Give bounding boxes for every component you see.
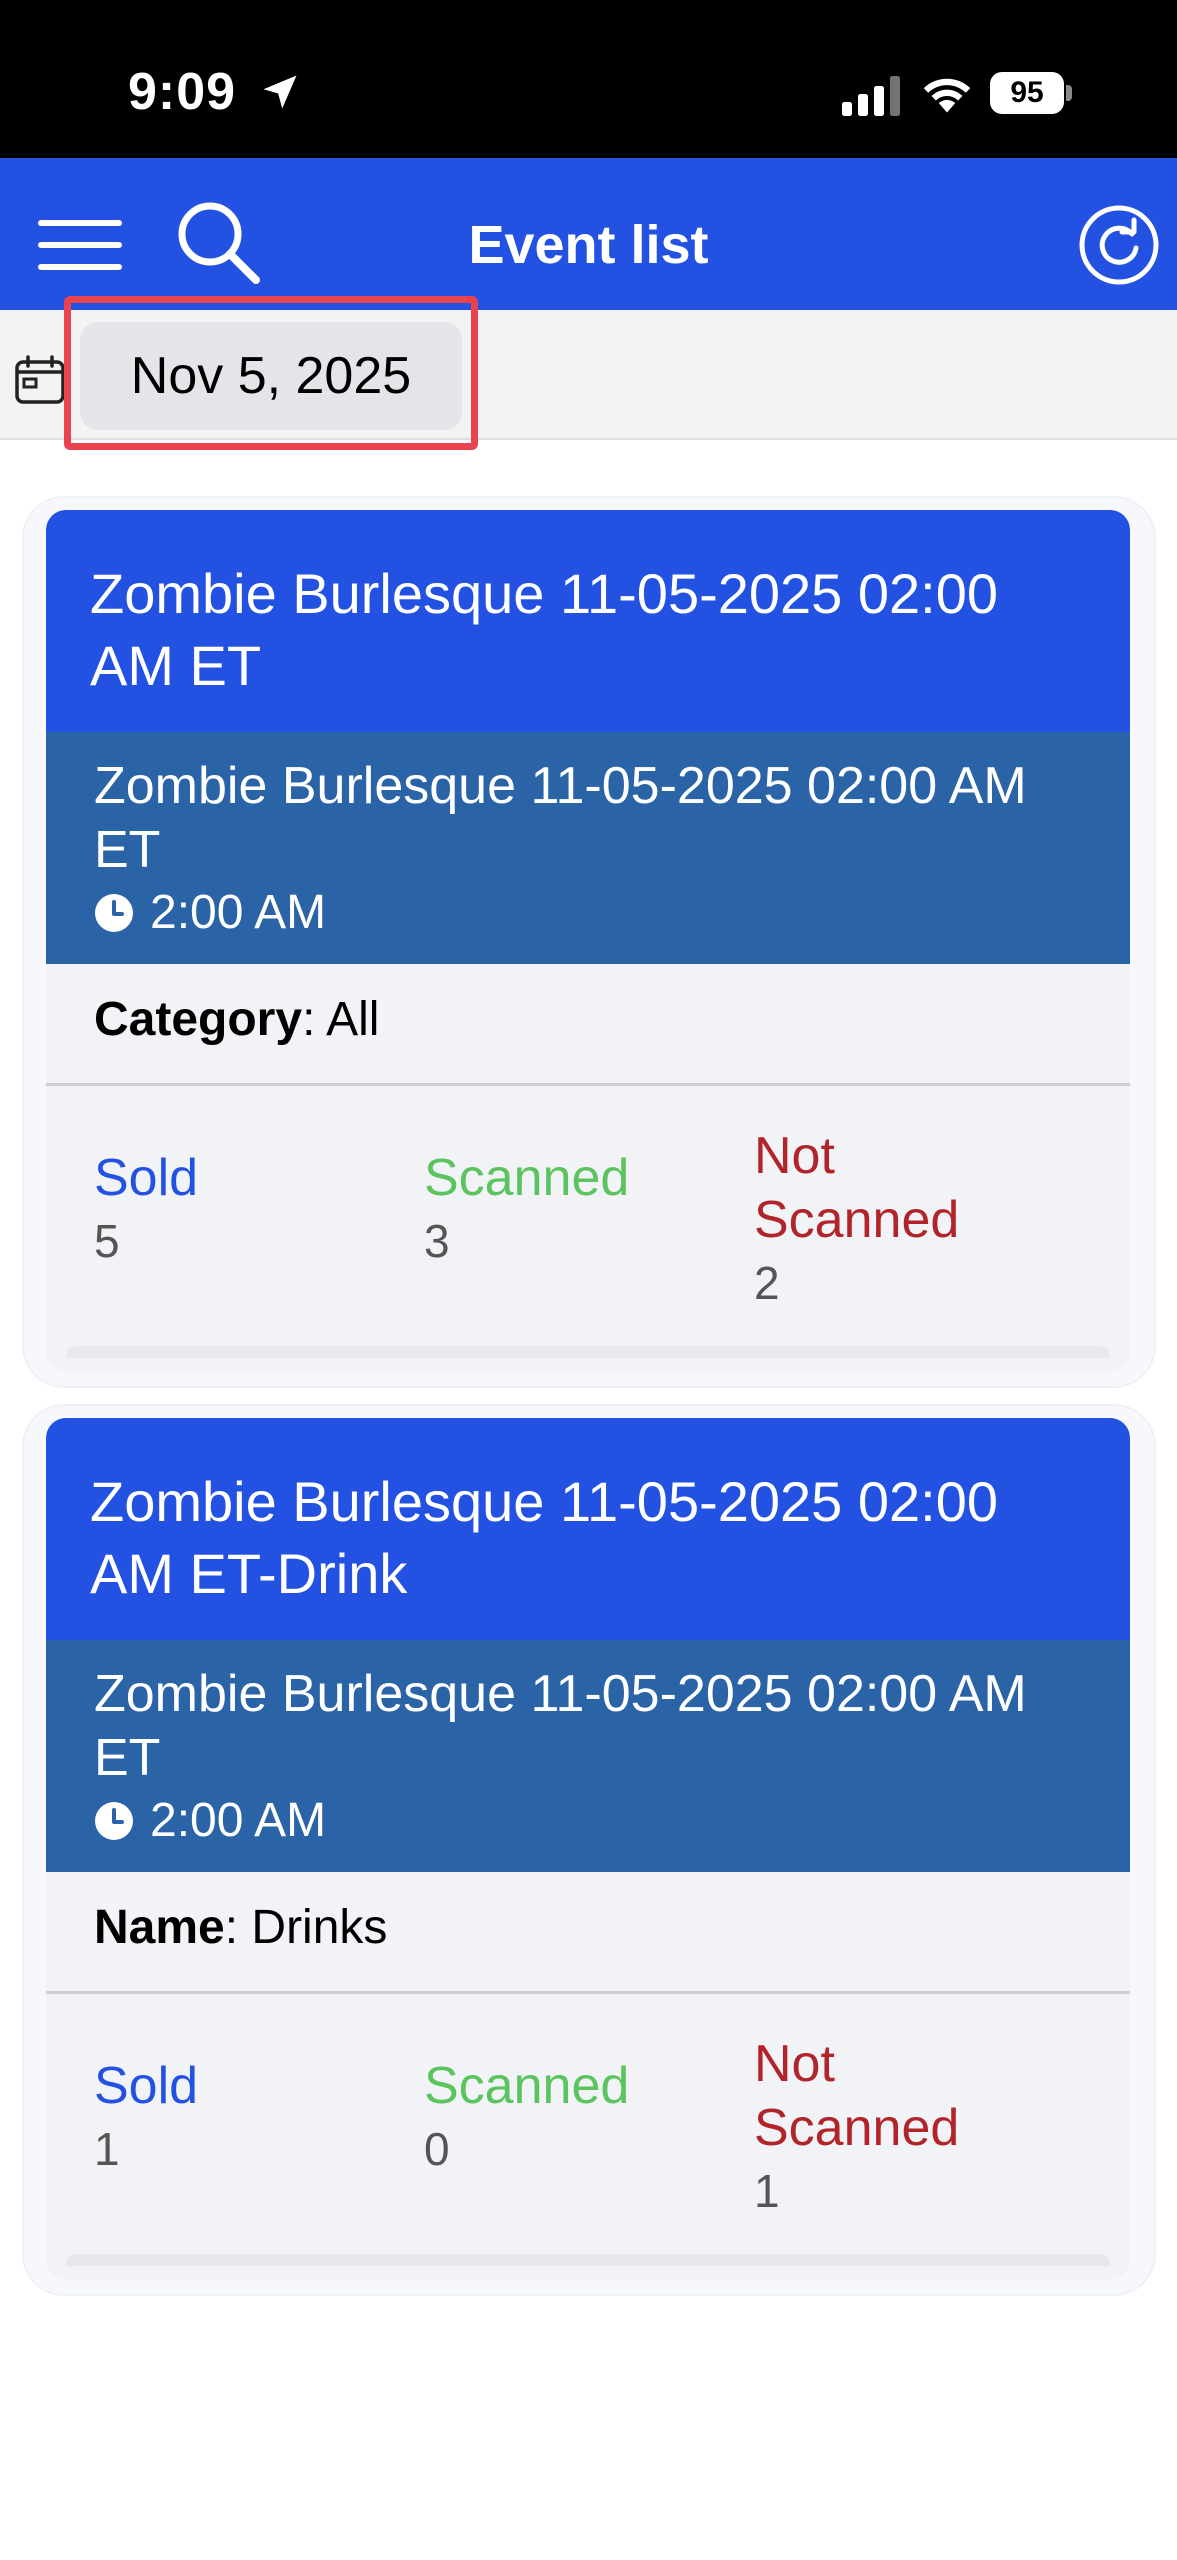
event-stats: Sold 5 Scanned 3 Not Scanned 2: [46, 1086, 1130, 1358]
name-label: Name: [94, 1901, 225, 1954]
page-title: Event list: [468, 215, 709, 275]
event-name-row: Name: Drinks: [46, 1872, 1130, 1994]
event-subtitle-block: Zombie Burlesque 11-05-2025 02:00 AM ET …: [46, 1640, 1130, 1872]
calendar-icon[interactable]: [14, 354, 66, 406]
category-value: All: [326, 993, 380, 1046]
event-category-row: Category: All: [46, 964, 1130, 1086]
sold-stat: Sold 1: [94, 2054, 198, 2180]
scanned-stat: Scanned 3: [424, 1146, 629, 1272]
status-time: 9:09: [128, 63, 237, 121]
app-header: Event list: [0, 158, 1177, 310]
event-time-row: 2:00 AM: [94, 1790, 1082, 1852]
event-stats: Sold 1 Scanned 0 Not Scanned 1: [46, 1994, 1130, 2266]
battery-icon: 95: [990, 72, 1072, 114]
event-time: 2:00 AM: [150, 886, 327, 939]
event-card[interactable]: Zombie Burlesque 11-05-2025 02:00 AM ET-…: [46, 1418, 1130, 2280]
location-arrow-icon: [263, 75, 297, 109]
sold-value: 1: [94, 2123, 120, 2175]
event-time-row: 2:00 AM: [94, 882, 1082, 944]
not-scanned-value: 2: [754, 1257, 780, 1309]
date-bar: Nov 5, 2025: [0, 296, 1177, 450]
event-card-container: Zombie Burlesque 11-05-2025 02:00 AM ET-…: [24, 1406, 1154, 2294]
event-card-container: Zombie Burlesque 11-05-2025 02:00 AM ET …: [24, 498, 1154, 1386]
sold-label: Sold: [94, 1149, 199, 1207]
date-picker-button[interactable]: Nov 5, 2025: [80, 322, 462, 430]
event-subtitle: Zombie Burlesque 11-05-2025 02:00 AM ET: [94, 1665, 1027, 1787]
event-title: Zombie Burlesque 11-05-2025 02:00 AM ET: [46, 510, 1130, 732]
name-value: Drinks: [251, 1901, 388, 1954]
not-scanned-stat: Not Scanned 1: [754, 2032, 1014, 2222]
not-scanned-label: Not Scanned: [754, 2035, 960, 2157]
card-divider: [66, 1346, 1110, 1358]
scanned-value: 0: [424, 2123, 450, 2175]
event-title: Zombie Burlesque 11-05-2025 02:00 AM ET-…: [46, 1418, 1130, 1640]
sold-stat: Sold 5: [94, 1146, 198, 1272]
event-subtitle: Zombie Burlesque 11-05-2025 02:00 AM ET: [94, 757, 1027, 879]
scanned-label: Scanned: [424, 1149, 630, 1207]
event-time: 2:00 AM: [150, 1794, 327, 1847]
wifi-icon: [923, 78, 971, 113]
card-divider: [66, 2254, 1110, 2266]
cellular-signal-icon: [842, 76, 900, 116]
battery-level: 95: [990, 72, 1064, 114]
clock-icon: [95, 1802, 133, 1840]
event-subtitle-block: Zombie Burlesque 11-05-2025 02:00 AM ET …: [46, 732, 1130, 964]
scanned-stat: Scanned 0: [424, 2054, 629, 2180]
category-label: Category: [94, 993, 303, 1046]
sold-value: 5: [94, 1215, 120, 1267]
clock-icon: [95, 894, 133, 932]
event-card[interactable]: Zombie Burlesque 11-05-2025 02:00 AM ET …: [46, 510, 1130, 1372]
sold-label: Sold: [94, 2057, 199, 2115]
not-scanned-value: 1: [754, 2165, 780, 2217]
refresh-icon[interactable]: [1078, 204, 1160, 286]
not-scanned-stat: Not Scanned 2: [754, 1124, 1014, 1314]
not-scanned-label: Not Scanned: [754, 1127, 960, 1249]
status-bar: 9:09 95: [0, 0, 1177, 158]
scanned-label: Scanned: [424, 2057, 630, 2115]
scanned-value: 3: [424, 1215, 450, 1267]
